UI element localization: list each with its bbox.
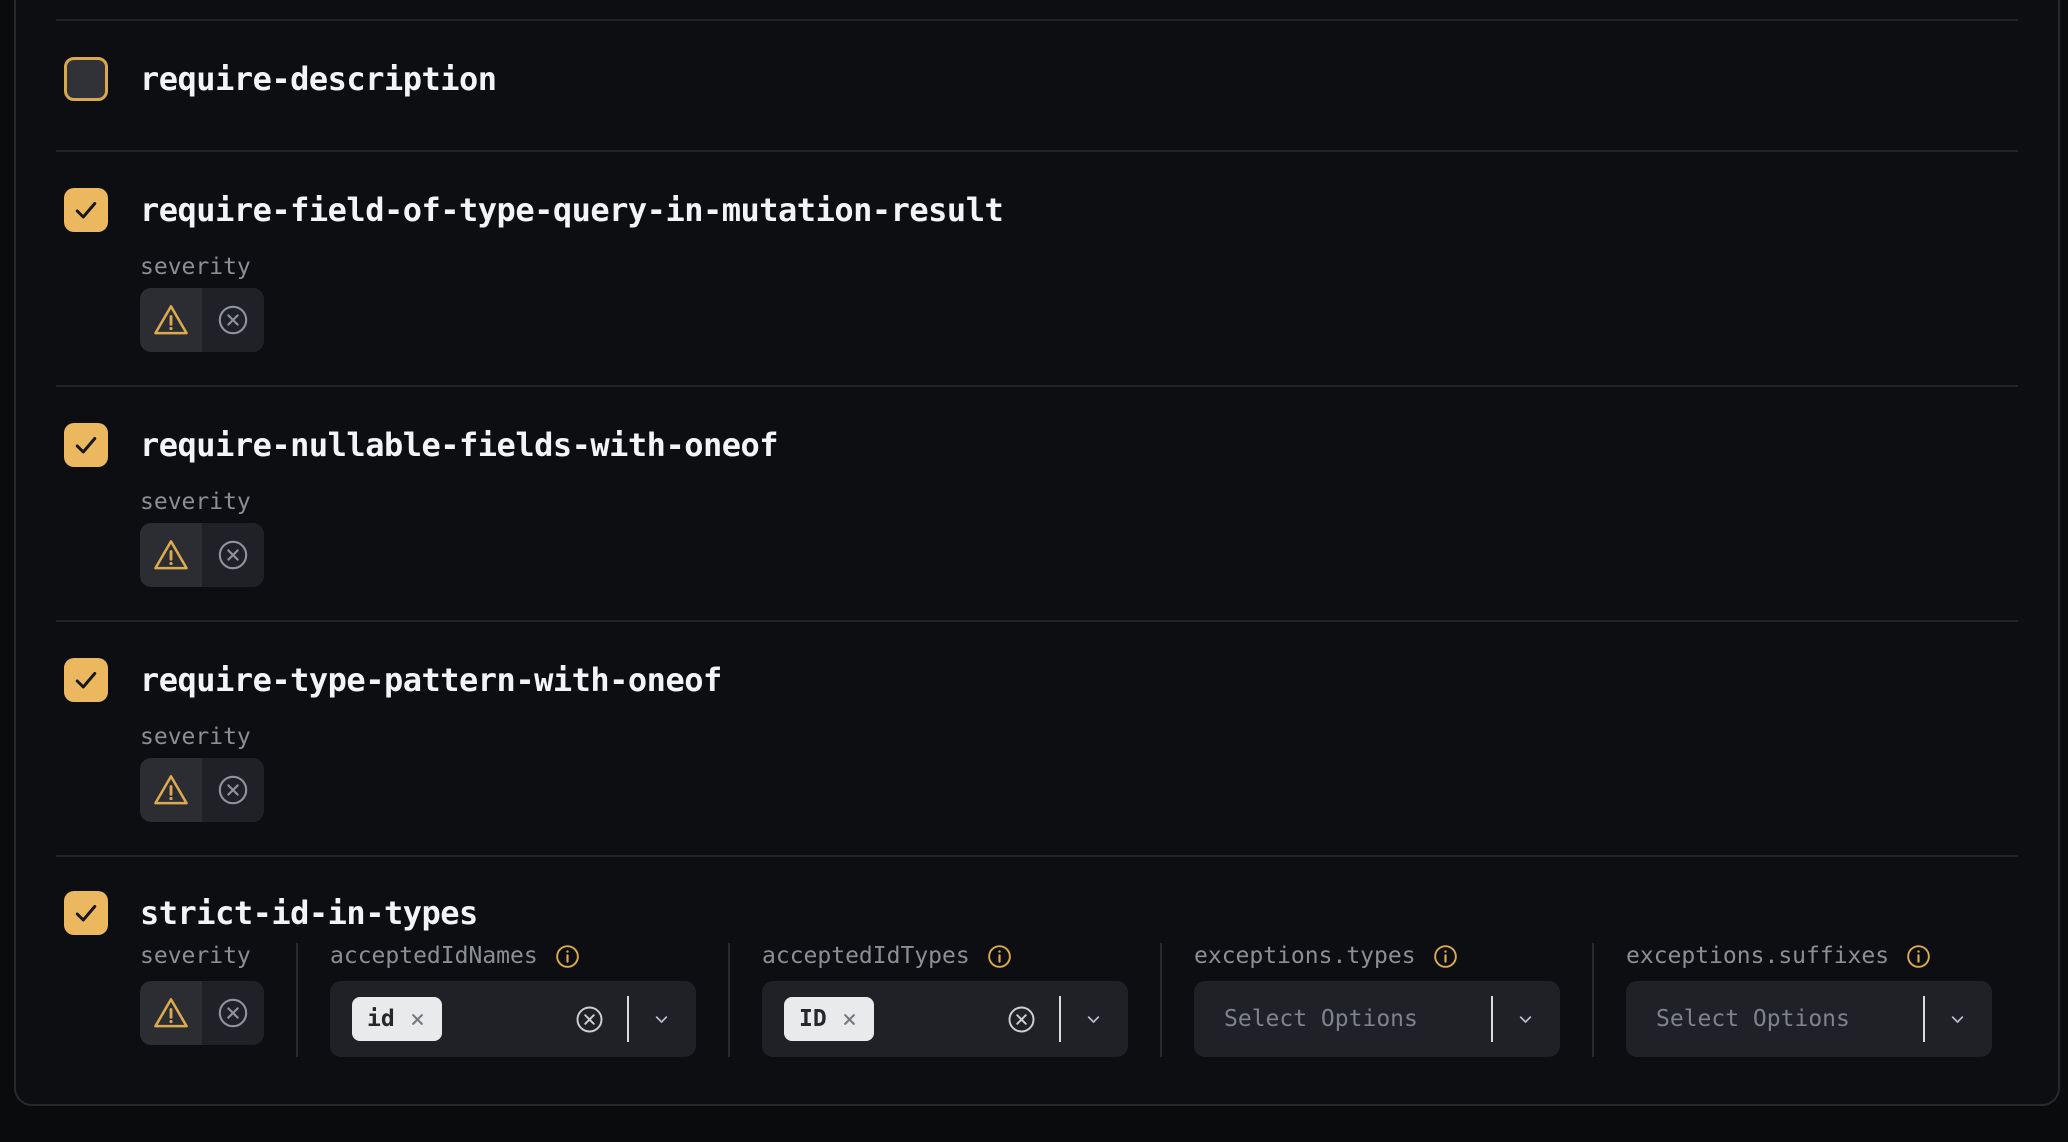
field-label: acceptedIdTypes <box>762 943 970 969</box>
rule-name: require-nullable-fields-with-oneof <box>140 429 778 461</box>
severity-toggle <box>140 523 264 587</box>
rule-checkbox-checked[interactable] <box>64 658 108 702</box>
info-icon[interactable] <box>986 943 1013 970</box>
severity-label: severity <box>140 254 2018 280</box>
column-divider <box>1592 943 1594 1057</box>
info-icon[interactable] <box>554 943 581 970</box>
rules-config-panel: require-description require-field-of-typ… <box>14 0 2060 1106</box>
option-label-row: exceptions.suffixes <box>1626 943 1992 969</box>
rule-row-require-type-pattern-with-oneof: require-type-pattern-with-oneof severity <box>56 620 2018 855</box>
check-icon <box>71 430 101 460</box>
field-label: exceptions.types <box>1194 943 1416 969</box>
remove-tag-icon[interactable] <box>408 1010 427 1029</box>
option-label-row: severity <box>140 943 264 969</box>
panel-top-gap <box>56 0 2018 19</box>
check-icon <box>71 665 101 695</box>
severity-toggle <box>140 981 264 1045</box>
tag-text: ID <box>799 1008 827 1031</box>
select-placeholder: Select Options <box>1648 1008 1850 1031</box>
circle-x-icon <box>216 996 250 1030</box>
severity-off-button[interactable] <box>202 523 264 587</box>
rule-row-require-nullable-fields-with-oneof: require-nullable-fields-with-oneof sever… <box>56 385 2018 620</box>
warning-icon <box>152 301 190 339</box>
severity-label: severity <box>140 489 2018 515</box>
severity-toggle <box>140 758 264 822</box>
rule-header: require-description <box>64 57 2018 101</box>
remove-tag-icon[interactable] <box>840 1010 859 1029</box>
clear-selection-icon[interactable] <box>574 1004 605 1035</box>
info-icon[interactable] <box>1432 943 1459 970</box>
circle-x-icon <box>216 773 250 807</box>
chevron-down-icon[interactable] <box>1515 1009 1536 1030</box>
rule-checkbox-checked[interactable] <box>64 188 108 232</box>
rule-name: require-type-pattern-with-oneof <box>140 664 722 696</box>
severity-warn-button[interactable] <box>140 523 202 587</box>
select-divider <box>1059 996 1061 1042</box>
severity-warn-button[interactable] <box>140 981 202 1045</box>
select-placeholder: Select Options <box>1216 1008 1418 1031</box>
severity-column: severity <box>140 943 264 1057</box>
severity-off-button[interactable] <box>202 288 264 352</box>
severity-warn-button[interactable] <box>140 288 202 352</box>
acceptedIdNames-column: acceptedIdNames id <box>330 943 696 1057</box>
check-icon <box>71 898 101 928</box>
column-divider <box>1160 943 1162 1057</box>
selected-tag: ID <box>784 997 874 1041</box>
severity-off-button[interactable] <box>202 758 264 822</box>
rule-header: require-field-of-type-query-in-mutation-… <box>64 188 2018 232</box>
acceptedIdTypes-column: acceptedIdTypes ID <box>762 943 1128 1057</box>
column-divider <box>728 943 730 1057</box>
severity-label: severity <box>140 943 251 969</box>
check-icon <box>71 195 101 225</box>
select-divider <box>1923 996 1925 1042</box>
acceptedIdNames-multiselect[interactable]: id <box>330 981 696 1057</box>
chevron-down-icon[interactable] <box>1083 1009 1104 1030</box>
warning-icon <box>152 771 190 809</box>
option-label-row: acceptedIdTypes <box>762 943 1128 969</box>
chevron-down-icon[interactable] <box>1947 1009 1968 1030</box>
rule-options-row: severity acceptedIdNames <box>140 943 2018 1057</box>
chevron-down-icon[interactable] <box>651 1009 672 1030</box>
severity-block: severity <box>140 489 2018 587</box>
tag-text: id <box>367 1008 395 1031</box>
rule-name: strict-id-in-types <box>140 897 478 929</box>
rule-header: strict-id-in-types <box>64 891 2018 935</box>
rule-header: require-type-pattern-with-oneof <box>64 658 2018 702</box>
clear-selection-icon[interactable] <box>1006 1004 1037 1035</box>
option-label-row: acceptedIdNames <box>330 943 696 969</box>
rule-name: require-field-of-type-query-in-mutation-… <box>140 194 1003 226</box>
rule-row-require-field-of-type-query-in-mutation-result: require-field-of-type-query-in-mutation-… <box>56 150 2018 385</box>
rule-checkbox-unchecked[interactable] <box>64 57 108 101</box>
severity-block: severity <box>140 254 2018 352</box>
rule-row-require-description: require-description <box>56 19 2018 150</box>
selected-tag: id <box>352 997 442 1041</box>
warning-icon <box>152 994 190 1032</box>
exceptions-suffixes-column: exceptions.suffixes Select Options <box>1626 943 1992 1057</box>
select-divider <box>627 996 629 1042</box>
rule-checkbox-checked[interactable] <box>64 423 108 467</box>
rule-row-strict-id-in-types: strict-id-in-types severity <box>56 855 2018 1104</box>
column-divider <box>296 943 298 1057</box>
circle-x-icon <box>216 303 250 337</box>
severity-label: severity <box>140 724 2018 750</box>
field-label: exceptions.suffixes <box>1626 943 1889 969</box>
severity-warn-button[interactable] <box>140 758 202 822</box>
rule-header: require-nullable-fields-with-oneof <box>64 423 2018 467</box>
rule-checkbox-checked[interactable] <box>64 891 108 935</box>
circle-x-icon <box>216 538 250 572</box>
severity-off-button[interactable] <box>202 981 264 1045</box>
option-label-row: exceptions.types <box>1194 943 1560 969</box>
severity-block: severity <box>140 724 2018 822</box>
exceptions-suffixes-select[interactable]: Select Options <box>1626 981 1992 1057</box>
field-label: acceptedIdNames <box>330 943 538 969</box>
warning-icon <box>152 536 190 574</box>
select-divider <box>1491 996 1493 1042</box>
info-icon[interactable] <box>1905 943 1932 970</box>
exceptions-types-select[interactable]: Select Options <box>1194 981 1560 1057</box>
severity-toggle <box>140 288 264 352</box>
acceptedIdTypes-multiselect[interactable]: ID <box>762 981 1128 1057</box>
rule-name: require-description <box>140 63 497 95</box>
exceptions-types-column: exceptions.types Select Options <box>1194 943 1560 1057</box>
